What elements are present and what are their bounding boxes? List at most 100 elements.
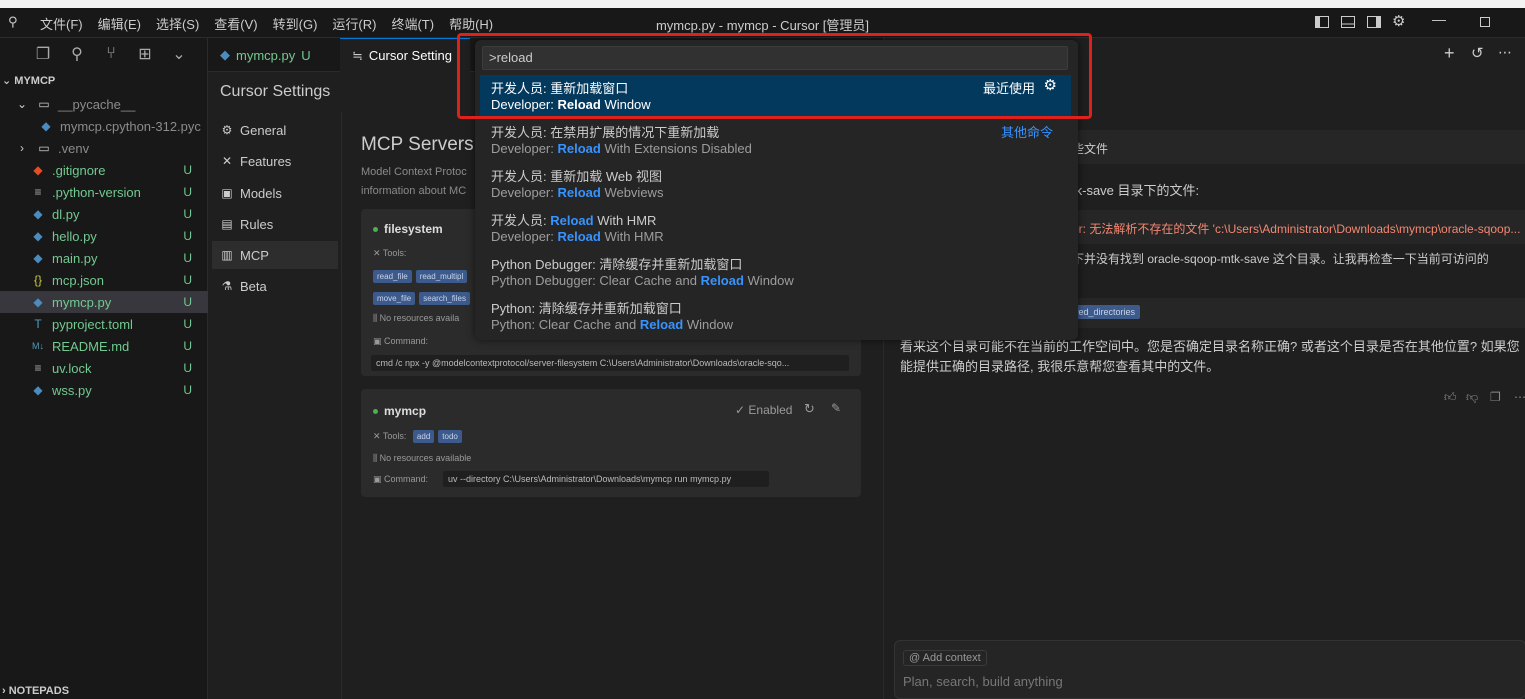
- menu-help[interactable]: 帮助(H): [449, 14, 493, 33]
- search-icon[interactable]: ⚲: [67, 44, 87, 64]
- menu-go[interactable]: 转到(G): [273, 14, 318, 33]
- add-context-label: Add context: [922, 652, 981, 664]
- command-palette: >reload 开发人员: 重新加载窗口 Developer: Reload W…: [475, 40, 1078, 340]
- tab-mymcp-py[interactable]: ◆ mymcp.py U: [208, 38, 338, 72]
- thumbs-up-icon[interactable]: 👍︎: [1444, 390, 1457, 405]
- section-label: MYMCP: [14, 75, 56, 87]
- list-item[interactable]: ◆ mymcp.py U: [0, 291, 208, 313]
- list-item[interactable]: M↓ README.md U: [0, 335, 208, 357]
- tools-label: Tools:: [382, 248, 407, 258]
- menu-run[interactable]: 运行(R): [332, 14, 376, 33]
- edit-icon[interactable]: ✎: [831, 401, 841, 415]
- command-item[interactable]: 开发人员: 在禁用扩展的情况下重新加载 Developer: Reload Wi…: [480, 119, 1071, 163]
- document-icon: ▤: [221, 217, 233, 231]
- command-label: Python Debugger: 清除缓存并重新加载窗口: [491, 257, 743, 272]
- file-name: .gitignore: [52, 162, 106, 178]
- list-item[interactable]: ◆ .gitignore U: [0, 159, 208, 181]
- list-item[interactable]: ≡ .python-version U: [0, 181, 208, 203]
- chevron-down-icon: ⌄: [16, 97, 28, 111]
- nav-label: Beta: [240, 278, 267, 294]
- refresh-icon[interactable]: ↻: [804, 401, 815, 417]
- extensions-icon[interactable]: ⊞: [135, 44, 155, 64]
- list-item[interactable]: ◆ hello.py U: [0, 225, 208, 247]
- command-detail: Python: Clear Cache and Reload Window: [491, 317, 734, 332]
- list-item[interactable]: ⌄ ▭ __pycache__: [0, 93, 208, 115]
- resources-icon: ⫼: [373, 313, 378, 323]
- command-label: 开发人员: 重新加载窗口: [491, 81, 629, 96]
- tool-chip: todo: [438, 430, 462, 443]
- minimize-icon[interactable]: —: [1432, 11, 1448, 27]
- thumbs-down-icon[interactable]: 👎︎: [1466, 390, 1478, 405]
- git-status: U: [183, 185, 192, 199]
- nav-label: Rules: [240, 216, 274, 232]
- command-detail: Developer: Reload With Extensions Disabl…: [491, 141, 752, 156]
- list-item[interactable]: {} mcp.json U: [0, 269, 208, 291]
- explorer-section-title[interactable]: ⌄ MYMCP: [2, 74, 55, 87]
- files-icon[interactable]: ❐: [33, 44, 53, 64]
- list-item[interactable]: ◆ dl.py U: [0, 203, 208, 225]
- toggle-secondary-sidebar-icon[interactable]: [1366, 14, 1382, 30]
- resources-label: No resources availa: [379, 313, 460, 323]
- chevron-down-icon[interactable]: ⌄: [169, 44, 189, 64]
- menu-file[interactable]: 文件(F): [40, 14, 83, 33]
- command-item[interactable]: Python Debugger: 清除缓存并重新加载窗口 Python Debu…: [480, 251, 1071, 295]
- cursor-window: ⚲ 文件(F) 编辑(E) 选择(S) 查看(V) 转到(G) 运行(R) 终端…: [0, 0, 1525, 699]
- nav-beta[interactable]: ⚗ Beta: [212, 272, 338, 300]
- more-icon[interactable]: ⋯: [1514, 390, 1525, 404]
- settings-icon: ≒: [352, 47, 363, 63]
- chevron-right-icon: ›: [20, 141, 24, 155]
- notepads-label: NOTEPADS: [8, 685, 70, 697]
- other-commands-label: 其他命令: [1000, 125, 1053, 140]
- chat-text: tk-save 目录下的文件:: [1072, 183, 1200, 198]
- menu-view[interactable]: 查看(V): [214, 14, 257, 33]
- resources-icon: ⫼: [373, 453, 378, 463]
- add-context-button[interactable]: @ Add context: [903, 650, 987, 666]
- tools-icon: ✕: [373, 431, 381, 441]
- nav-features[interactable]: ✕ Features: [212, 147, 338, 175]
- json-icon: {}: [33, 273, 42, 287]
- list-item[interactable]: T pyproject.toml U: [0, 313, 208, 335]
- list-item[interactable]: ≡ uv.lock U: [0, 357, 208, 379]
- nav-mcp[interactable]: ▥ MCP: [212, 241, 338, 269]
- nav-models[interactable]: ▣ Models: [212, 179, 338, 207]
- copy-icon[interactable]: ❐: [1490, 390, 1501, 404]
- list-item[interactable]: ◆ main.py U: [0, 247, 208, 269]
- file-name: .python-version: [52, 184, 141, 200]
- toggle-panel-icon[interactable]: [1340, 14, 1356, 30]
- git-status: U: [183, 339, 192, 353]
- browser-strip: [0, 0, 1525, 8]
- notepads-section[interactable]: › NOTEPADS: [2, 685, 69, 697]
- command-item[interactable]: 开发人员: Reload With HMR Developer: Reload …: [480, 207, 1071, 251]
- menu-terminal[interactable]: 终端(T): [391, 14, 434, 33]
- cube-icon: ▣: [221, 186, 233, 200]
- menu-edit[interactable]: 编辑(E): [98, 14, 141, 33]
- command-item[interactable]: 开发人员: 重新加载 Web 视图 Developer: Reload Webv…: [480, 163, 1071, 207]
- nav-general[interactable]: ⚙ General: [212, 116, 338, 144]
- tools-label: Tools:: [382, 431, 407, 441]
- maximize-icon[interactable]: [1477, 14, 1493, 30]
- recently-used-label: 最近使用: [982, 81, 1035, 96]
- source-control-icon[interactable]: ⑂: [101, 45, 121, 63]
- command-item[interactable]: 开发人员: 重新加载窗口 Developer: Reload Window 最近…: [480, 75, 1071, 119]
- file-name: mcp.json: [52, 272, 105, 288]
- command-label: Python: 清除缓存并重新加载窗口: [491, 301, 682, 316]
- list-item[interactable]: ◆ mymcp.cpython-312.pyc: [0, 115, 208, 137]
- list-item[interactable]: › ▭ .venv: [0, 137, 208, 159]
- chat-input-box[interactable]: @ Add context Plan, search, build anythi…: [894, 640, 1525, 699]
- resources-row: ⫼ No resources available: [373, 453, 471, 464]
- list-item[interactable]: ◆ wss.py U: [0, 379, 208, 401]
- settings-gear-icon[interactable]: ⚙: [1392, 12, 1408, 30]
- nav-rules[interactable]: ▤ Rules: [212, 210, 338, 238]
- resources-row: ⫼ No resources availa: [373, 313, 459, 324]
- new-chat-icon[interactable]: +: [1444, 43, 1455, 64]
- menu-selection[interactable]: 选择(S): [156, 14, 199, 33]
- mcp-heading: MCP Servers: [361, 134, 474, 155]
- toggle-sidebar-icon[interactable]: [1314, 14, 1330, 30]
- command-item[interactable]: Python: 清除缓存并重新加载窗口 Python: Clear Cache …: [480, 295, 1071, 339]
- gear-icon[interactable]: ⚙: [1044, 76, 1057, 94]
- more-icon[interactable]: ⋯: [1498, 44, 1512, 61]
- tab-cursor-settings[interactable]: ≒ Cursor Setting: [340, 38, 470, 72]
- command-palette-input[interactable]: >reload: [482, 46, 1068, 70]
- file-name: wss.py: [52, 382, 92, 398]
- history-icon[interactable]: ↺: [1471, 44, 1484, 62]
